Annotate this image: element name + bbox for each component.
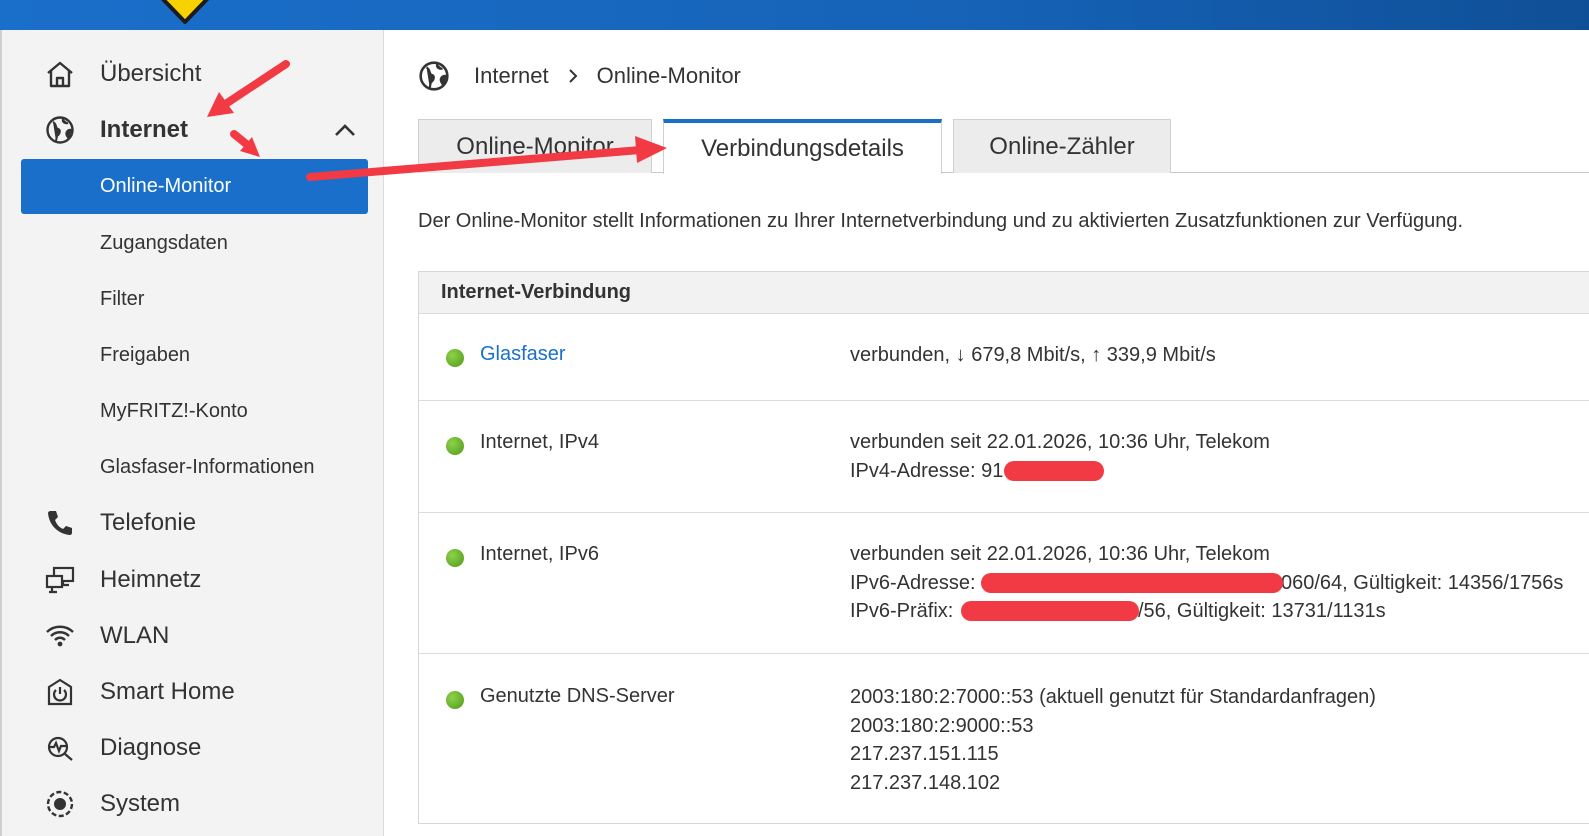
panel-title: Internet-Verbindung	[441, 281, 631, 303]
sidebar: Übersicht Internet Online-Monitor Zugang…	[0, 30, 384, 836]
breadcrumb-page: Online-Monitor	[596, 63, 741, 88]
home-icon	[44, 58, 76, 90]
sidebar-item-uebersicht[interactable]: Übersicht	[2, 50, 386, 98]
glasfaser-link[interactable]: Glasfaser	[480, 343, 566, 366]
sidebar-subitem-myfritz-konto[interactable]: MyFRITZ!-Konto	[2, 388, 386, 434]
sidebar-item-diagnose[interactable]: Diagnose	[2, 724, 386, 772]
sidebar-item-smart-home[interactable]: Smart Home	[2, 668, 386, 716]
sidebar-item-label: Diagnose	[100, 734, 202, 761]
sidebar-item-label: WLAN	[100, 622, 170, 649]
value-line: 217.237.148.102	[850, 771, 1001, 794]
value-line: IPv4-Adresse: 91	[850, 457, 1270, 486]
panel-header: Internet-Verbindung	[419, 272, 1589, 314]
smart-home-icon	[44, 676, 76, 708]
sidebar-subitem-label: Glasfaser-Informationen	[100, 455, 315, 478]
chevron-right-icon	[568, 69, 578, 83]
status-ok-icon	[446, 691, 464, 709]
row-value: 2003:180:2:7000::53 (aktuell genutzt für…	[850, 683, 1376, 797]
sidebar-item-telefonie[interactable]: Telefonie	[2, 499, 386, 547]
value-line: verbunden seit 22.01.2026, 10:36 Uhr, Te…	[850, 431, 1270, 453]
sidebar-item-wlan[interactable]: WLAN	[2, 612, 386, 660]
sidebar-subitem-label: Zugangsdaten	[100, 231, 228, 254]
sidebar-item-system[interactable]: System	[2, 780, 386, 828]
value-line: verbunden seit 22.01.2026, 10:36 Uhr, Te…	[850, 543, 1270, 565]
tab-verbindungsdetails[interactable]: Verbindungsdetails	[663, 119, 942, 174]
chevron-up-icon[interactable]	[332, 117, 358, 143]
tab-bar: Online-Monitor Verbindungsdetails Online…	[418, 119, 1589, 174]
sidebar-item-heimnetz[interactable]: Heimnetz	[2, 556, 386, 604]
globe-icon	[44, 114, 76, 146]
phone-icon	[44, 507, 76, 539]
sidebar-subitem-glasfaser-informationen[interactable]: Glasfaser-Informationen	[2, 444, 386, 490]
row-value: verbunden seit 22.01.2026, 10:36 Uhr, Te…	[850, 428, 1270, 485]
tab-online-zaehler[interactable]: Online-Zähler	[953, 119, 1171, 173]
ipv6-address-suffix: 060/64, Gültigkeit: 14356/1756s	[1281, 571, 1564, 594]
value-line: verbunden, ↓ 679,8 Mbit/s, ↑ 339,9 Mbit/…	[850, 344, 1216, 366]
row-label: Internet, IPv6	[480, 543, 599, 565]
ipv4-address: IPv4-Adresse: 91	[850, 459, 1004, 482]
sidebar-subitem-label: Freigaben	[100, 343, 191, 366]
redaction-mark	[1004, 460, 1104, 481]
redaction-mark	[961, 601, 1139, 621]
sidebar-subitem-online-monitor[interactable]: Online-Monitor	[21, 159, 368, 214]
value-line: IPv6-Präfix: /56, Gültigkeit: 13731/1131…	[850, 597, 1386, 626]
top-header-bar	[0, 0, 1589, 30]
ipv6-address-label: IPv6-Adresse:	[850, 571, 976, 594]
row-label: Internet, IPv4	[480, 431, 599, 453]
connection-row-glasfaser: Glasfaser verbunden, ↓ 679,8 Mbit/s, ↑ 3…	[419, 314, 1589, 401]
intro-text: Der Online-Monitor stellt Informationen …	[418, 210, 1464, 232]
connection-row-ipv6: Internet, IPv6 verbunden seit 22.01.2026…	[419, 513, 1589, 654]
ipv6-prefix-suffix: /56, Gültigkeit: 13731/1131s	[1138, 600, 1386, 622]
row-value: verbunden, ↓ 679,8 Mbit/s, ↑ 339,9 Mbit/…	[850, 341, 1216, 370]
fritz-logo-icon	[161, 0, 209, 24]
connection-row-ipv4: Internet, IPv4 verbunden seit 22.01.2026…	[419, 401, 1589, 513]
ipv6-prefix-label: IPv6-Präfix:	[850, 600, 954, 622]
sidebar-item-label: Internet	[100, 116, 189, 143]
status-ok-icon	[446, 349, 464, 367]
breadcrumb-section[interactable]: Internet	[474, 63, 549, 89]
sidebar-subitem-label: Filter	[100, 287, 145, 310]
value-line: 2003:180:2:9000::53	[850, 714, 1034, 737]
sidebar-subitem-freigaben[interactable]: Freigaben	[2, 332, 386, 378]
tab-online-monitor[interactable]: Online-Monitor	[418, 119, 652, 173]
network-icon	[44, 564, 76, 596]
globe-icon	[418, 60, 450, 92]
redaction-mark	[981, 572, 1283, 593]
sidebar-item-label: Smart Home	[100, 678, 235, 705]
status-ok-icon	[446, 437, 464, 455]
sidebar-subitem-label: MyFRITZ!-Konto	[100, 399, 248, 422]
sidebar-item-label: System	[100, 790, 181, 817]
internet-connection-panel: Internet-Verbindung Glasfaser verbunden,…	[418, 271, 1589, 824]
sidebar-subitem-filter[interactable]: Filter	[2, 276, 386, 322]
sidebar-subitem-label: Online-Monitor	[100, 175, 232, 197]
sidebar-item-label: Übersicht	[100, 60, 202, 87]
value-line: 2003:180:2:7000::53 (aktuell genutzt für…	[850, 686, 1376, 708]
wifi-icon	[44, 620, 76, 652]
sidebar-subitem-zugangsdaten[interactable]: Zugangsdaten	[2, 220, 386, 266]
sidebar-item-label: Heimnetz	[100, 566, 202, 593]
status-ok-icon	[446, 549, 464, 567]
diagnose-icon	[44, 732, 76, 764]
sidebar-item-internet[interactable]: Internet	[2, 106, 386, 154]
row-value: verbunden seit 22.01.2026, 10:36 Uhr, Te…	[850, 540, 1563, 626]
sidebar-item-label: Telefonie	[100, 509, 197, 536]
row-label: Genutzte DNS-Server	[480, 685, 675, 707]
value-line: 217.237.151.115	[850, 743, 999, 765]
connection-row-dns: Genutzte DNS-Server 2003:180:2:7000::53 …	[419, 654, 1589, 825]
value-line: IPv6-Adresse: 060/64, Gültigkeit: 14356/…	[850, 569, 1563, 598]
breadcrumb: Internet Online-Monitor	[418, 56, 741, 96]
system-icon	[44, 788, 76, 820]
